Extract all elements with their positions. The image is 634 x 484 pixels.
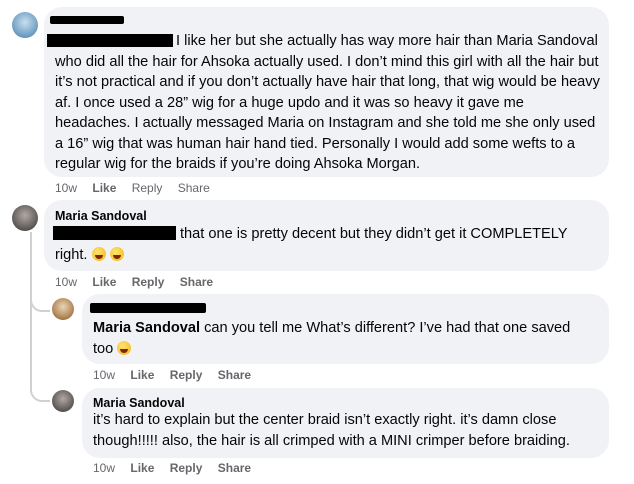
emoji-icon xyxy=(91,246,106,261)
comment-bubble: Maria Sandoval can you tell me What’s di… xyxy=(82,294,609,364)
timestamp[interactable]: 10w xyxy=(93,368,115,382)
comment-actions: 10w Like Reply Share xyxy=(55,181,222,195)
author-name-redacted xyxy=(90,303,206,313)
avatar[interactable] xyxy=(12,205,38,231)
emoji-icon xyxy=(117,340,132,355)
share-button[interactable]: Share xyxy=(178,181,210,195)
reply-button[interactable]: Reply xyxy=(132,181,163,195)
like-button[interactable]: Like xyxy=(130,368,154,382)
comment-text: it’s hard to explain but the center brai… xyxy=(93,412,570,449)
like-button[interactable]: Like xyxy=(92,181,116,195)
timestamp[interactable]: 10w xyxy=(93,461,115,475)
thread-connector xyxy=(30,300,50,402)
author-name-redacted xyxy=(50,16,124,24)
timestamp[interactable]: 10w xyxy=(55,275,77,289)
avatar[interactable] xyxy=(12,12,38,38)
comment-actions: 10w Like Reply Share xyxy=(55,275,225,289)
reply-button[interactable]: Reply xyxy=(132,275,165,289)
comment-actions: 10w Like Reply Share xyxy=(93,461,263,475)
share-button[interactable]: Share xyxy=(218,461,251,475)
avatar[interactable] xyxy=(52,298,74,320)
mention-link[interactable]: Maria Sandoval xyxy=(93,320,200,336)
like-button[interactable]: Like xyxy=(92,275,116,289)
share-button[interactable]: Share xyxy=(180,275,213,289)
reply-button[interactable]: Reply xyxy=(170,461,203,475)
timestamp[interactable]: 10w xyxy=(55,181,77,195)
reply-button[interactable]: Reply xyxy=(170,368,203,382)
share-button[interactable]: Share xyxy=(218,368,251,382)
avatar[interactable] xyxy=(52,390,74,412)
comment-bubble: I like her but she actually has way more… xyxy=(44,7,609,177)
comment-bubble: Maria Sandoval that one is pretty decent… xyxy=(44,200,609,271)
comment-text: I like her but she actually has way more… xyxy=(47,31,601,175)
author-name[interactable]: Maria Sandoval xyxy=(55,209,147,223)
redacted-mention xyxy=(53,226,176,240)
comment-bubble: Maria Sandoval it’s hard to explain but … xyxy=(82,388,609,458)
comment-actions: 10w Like Reply Share xyxy=(93,368,263,382)
redacted-mention xyxy=(47,34,173,47)
like-button[interactable]: Like xyxy=(130,461,154,475)
comment-text: that one is pretty decent but they didn’… xyxy=(53,226,568,263)
author-name[interactable]: Maria Sandoval xyxy=(93,396,185,410)
comment-text: Maria Sandoval can you tell me What’s di… xyxy=(93,320,571,357)
emoji-icon xyxy=(109,246,124,261)
